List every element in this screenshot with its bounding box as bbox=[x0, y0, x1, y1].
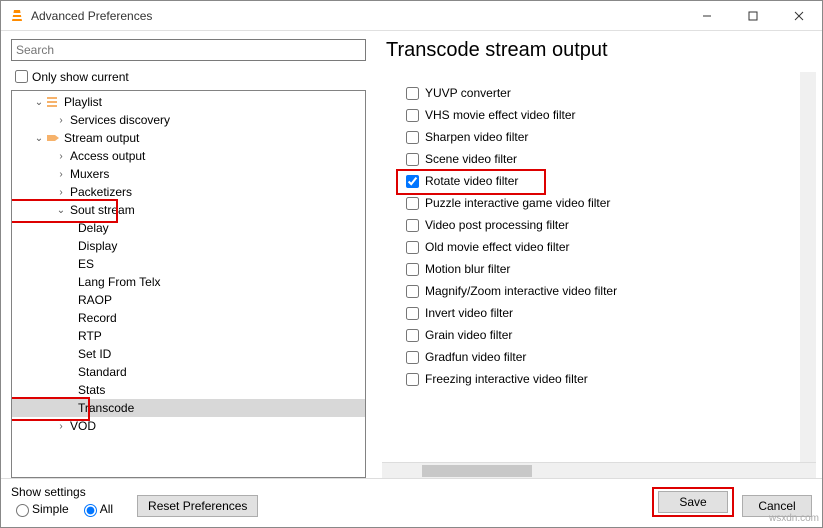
search-input[interactable] bbox=[11, 39, 366, 61]
show-settings-label: Show settings bbox=[11, 485, 123, 499]
filter-scene-checkbox[interactable] bbox=[406, 153, 419, 166]
tree-item-playlist[interactable]: ⌄Playlist bbox=[12, 93, 365, 111]
filter-list: YUVP converter VHS movie effect video fi… bbox=[382, 72, 816, 462]
titlebar: Advanced Preferences bbox=[1, 1, 822, 31]
tree-item-es[interactable]: ES bbox=[12, 255, 365, 273]
only-show-current[interactable]: Only show current bbox=[11, 67, 366, 86]
filter-rotate[interactable]: Rotate video filter bbox=[402, 170, 812, 192]
filter-vhs-checkbox[interactable] bbox=[406, 109, 419, 122]
right-panel: Transcode stream output YUVP converter V… bbox=[376, 31, 822, 478]
tree-item-delay[interactable]: Delay bbox=[12, 219, 365, 237]
tree-item-record[interactable]: Record bbox=[12, 309, 365, 327]
minimize-button[interactable] bbox=[684, 1, 730, 31]
tree-item-stats[interactable]: Stats bbox=[12, 381, 365, 399]
window-title: Advanced Preferences bbox=[31, 9, 684, 23]
chevron-right-icon[interactable]: › bbox=[54, 169, 68, 180]
scrollbar-thumb[interactable] bbox=[422, 465, 532, 477]
filter-puzzle-checkbox[interactable] bbox=[406, 197, 419, 210]
tree-item-muxers[interactable]: ›Muxers bbox=[12, 165, 365, 183]
save-button[interactable]: Save bbox=[658, 491, 728, 513]
filter-yuvp[interactable]: YUVP converter bbox=[402, 82, 812, 104]
radio-all-input[interactable] bbox=[84, 504, 97, 517]
radio-simple[interactable]: Simple bbox=[11, 501, 69, 517]
tree-item-raop[interactable]: RAOP bbox=[12, 291, 365, 309]
expand-icon[interactable]: ⌄ bbox=[54, 205, 68, 216]
playlist-icon bbox=[46, 95, 60, 109]
tree-item-rtp[interactable]: RTP bbox=[12, 327, 365, 345]
save-highlight: Save bbox=[652, 487, 734, 517]
filter-grain[interactable]: Grain video filter bbox=[402, 324, 812, 346]
cancel-button[interactable]: Cancel bbox=[742, 495, 812, 517]
tree-item-transcode[interactable]: Transcode bbox=[12, 399, 365, 417]
filter-invert[interactable]: Invert video filter bbox=[402, 302, 812, 324]
filter-grain-checkbox[interactable] bbox=[406, 329, 419, 342]
filter-magnify-checkbox[interactable] bbox=[406, 285, 419, 298]
close-button[interactable] bbox=[776, 1, 822, 31]
expand-icon[interactable]: ⌄ bbox=[32, 97, 46, 108]
tree-item-display[interactable]: Display bbox=[12, 237, 365, 255]
expand-icon[interactable]: ⌄ bbox=[32, 133, 46, 144]
filter-motion[interactable]: Motion blur filter bbox=[402, 258, 812, 280]
filter-rotate-checkbox[interactable] bbox=[406, 175, 419, 188]
tree-item-packetizers[interactable]: ›Packetizers bbox=[12, 183, 365, 201]
vertical-scrollbar[interactable] bbox=[800, 72, 816, 462]
filter-freezing[interactable]: Freezing interactive video filter bbox=[402, 368, 812, 390]
chevron-right-icon[interactable]: › bbox=[54, 151, 68, 162]
filter-magnify[interactable]: Magnify/Zoom interactive video filter bbox=[402, 280, 812, 302]
filter-sharpen-checkbox[interactable] bbox=[406, 131, 419, 144]
only-show-current-label: Only show current bbox=[32, 70, 129, 84]
filter-oldmovie[interactable]: Old movie effect video filter bbox=[402, 236, 812, 258]
tree-item-sout-stream[interactable]: ⌄Sout stream bbox=[12, 201, 365, 219]
tree-item-access-output[interactable]: ›Access output bbox=[12, 147, 365, 165]
filter-sharpen[interactable]: Sharpen video filter bbox=[402, 126, 812, 148]
vlc-icon bbox=[9, 8, 25, 24]
tree-item-lang-from-telx[interactable]: Lang From Telx bbox=[12, 273, 365, 291]
reset-preferences-button[interactable]: Reset Preferences bbox=[137, 495, 258, 517]
show-settings-group: Show settings Simple All bbox=[11, 485, 123, 517]
tree-item-set-id[interactable]: Set ID bbox=[12, 345, 365, 363]
window: Advanced Preferences Only show current ⌄… bbox=[0, 0, 823, 528]
chevron-right-icon[interactable]: › bbox=[54, 115, 68, 126]
filter-gradfun[interactable]: Gradfun video filter bbox=[402, 346, 812, 368]
only-show-current-checkbox[interactable] bbox=[15, 70, 28, 83]
filter-vhs[interactable]: VHS movie effect video filter bbox=[402, 104, 812, 126]
tree-item-stream-output[interactable]: ⌄Stream output bbox=[12, 129, 365, 147]
filter-post[interactable]: Video post processing filter bbox=[402, 214, 812, 236]
filter-motion-checkbox[interactable] bbox=[406, 263, 419, 276]
left-panel: Only show current ⌄Playlist ›Services di… bbox=[1, 31, 376, 478]
page-title: Transcode stream output bbox=[386, 39, 816, 62]
filter-freezing-checkbox[interactable] bbox=[406, 373, 419, 386]
filter-scene[interactable]: Scene video filter bbox=[402, 148, 812, 170]
tree-item-vod[interactable]: ›VOD bbox=[12, 417, 365, 435]
radio-all[interactable]: All bbox=[79, 501, 113, 517]
filter-oldmovie-checkbox[interactable] bbox=[406, 241, 419, 254]
footer: Show settings Simple All Reset Preferenc… bbox=[1, 478, 822, 527]
tree-item-standard[interactable]: Standard bbox=[12, 363, 365, 381]
filter-puzzle[interactable]: Puzzle interactive game video filter bbox=[402, 192, 812, 214]
chevron-right-icon[interactable]: › bbox=[54, 187, 68, 198]
filter-post-checkbox[interactable] bbox=[406, 219, 419, 232]
radio-simple-input[interactable] bbox=[16, 504, 29, 517]
content: Only show current ⌄Playlist ›Services di… bbox=[1, 31, 822, 478]
tree-item-services-discovery[interactable]: ›Services discovery bbox=[12, 111, 365, 129]
tree[interactable]: ⌄Playlist ›Services discovery ⌄Stream ou… bbox=[11, 90, 366, 478]
maximize-button[interactable] bbox=[730, 1, 776, 31]
horizontal-scrollbar[interactable] bbox=[382, 462, 816, 478]
chevron-right-icon[interactable]: › bbox=[54, 421, 68, 432]
stream-output-icon bbox=[46, 131, 60, 145]
filter-invert-checkbox[interactable] bbox=[406, 307, 419, 320]
filter-gradfun-checkbox[interactable] bbox=[406, 351, 419, 364]
filter-yuvp-checkbox[interactable] bbox=[406, 87, 419, 100]
